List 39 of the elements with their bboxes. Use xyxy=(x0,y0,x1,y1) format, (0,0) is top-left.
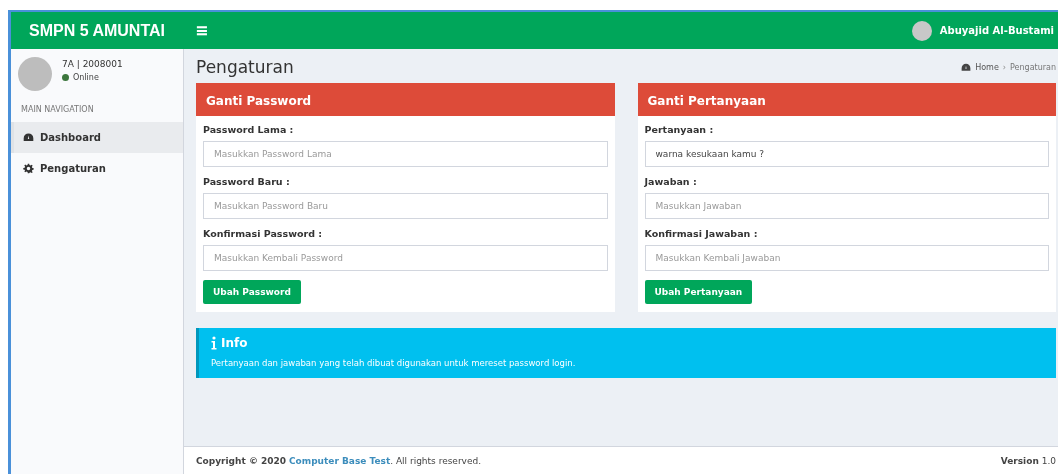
copyright-text: Copyright © 2020 Computer Base Test. All rights reserved. xyxy=(196,456,482,466)
menu-toggle[interactable]: ≡ xyxy=(195,21,209,40)
field-label: Password Lama : xyxy=(203,124,295,135)
user-avatar xyxy=(18,57,52,91)
user-class-id: 7A | 2008001 xyxy=(62,59,123,69)
field-label: Password Baru : xyxy=(203,176,291,187)
input-field[interactable]: Masukkan Password Lama xyxy=(203,141,608,167)
status-dot xyxy=(62,74,69,81)
page-title: Pengaturan xyxy=(196,57,294,77)
dashboard-icon xyxy=(961,62,972,72)
version-text: Version 1.0 xyxy=(1000,456,1056,466)
field-label: Jawaban : xyxy=(644,176,698,187)
sidebar-item[interactable]: Pengaturan xyxy=(11,153,183,184)
input-field[interactable]: Masukkan Kembali Jawaban xyxy=(644,245,1049,271)
info-text: Pertanyaan dan jawaban yang telah dibuat digunakan untuk mereset password login. xyxy=(211,358,577,368)
status-text: Online xyxy=(73,73,99,82)
submit-button[interactable]: Ubah Pertanyaan xyxy=(644,280,753,304)
user-name[interactable]: Abuyajid Al-Bustami xyxy=(939,25,1054,36)
info-title: Info xyxy=(221,336,248,350)
input-field[interactable]: Masukkan Password Baru xyxy=(203,193,608,219)
input-field[interactable]: Masukkan Jawaban xyxy=(644,193,1049,219)
input-field[interactable]: warna kesukaan kamu ? xyxy=(644,141,1049,167)
info-icon xyxy=(211,336,217,350)
field-label: Konfirmasi Password : xyxy=(203,228,324,239)
input-field[interactable]: Masukkan Kembali Password xyxy=(203,245,608,271)
gear-icon xyxy=(23,163,34,174)
breadcrumb-separator: › xyxy=(1002,62,1006,72)
breadcrumb-item[interactable]: Home xyxy=(975,62,999,72)
user-avatar xyxy=(911,20,932,41)
nav-section-label: MAIN NAVIGATION xyxy=(20,104,95,116)
field-label: Pertanyaan : xyxy=(644,124,715,135)
sidebar-item[interactable]: Dashboard xyxy=(11,122,183,153)
submit-button[interactable]: Ubah Password xyxy=(203,280,301,304)
brand-logo-text[interactable]: SMPN 5 AMUNTAI xyxy=(11,21,183,40)
breadcrumb-item: Pengaturan xyxy=(1010,62,1056,72)
dashboard-icon xyxy=(23,132,34,143)
card-title: Ganti Pertanyaan xyxy=(647,94,766,108)
card-title: Ganti Password xyxy=(206,94,312,108)
field-label: Konfirmasi Jawaban : xyxy=(644,228,759,239)
